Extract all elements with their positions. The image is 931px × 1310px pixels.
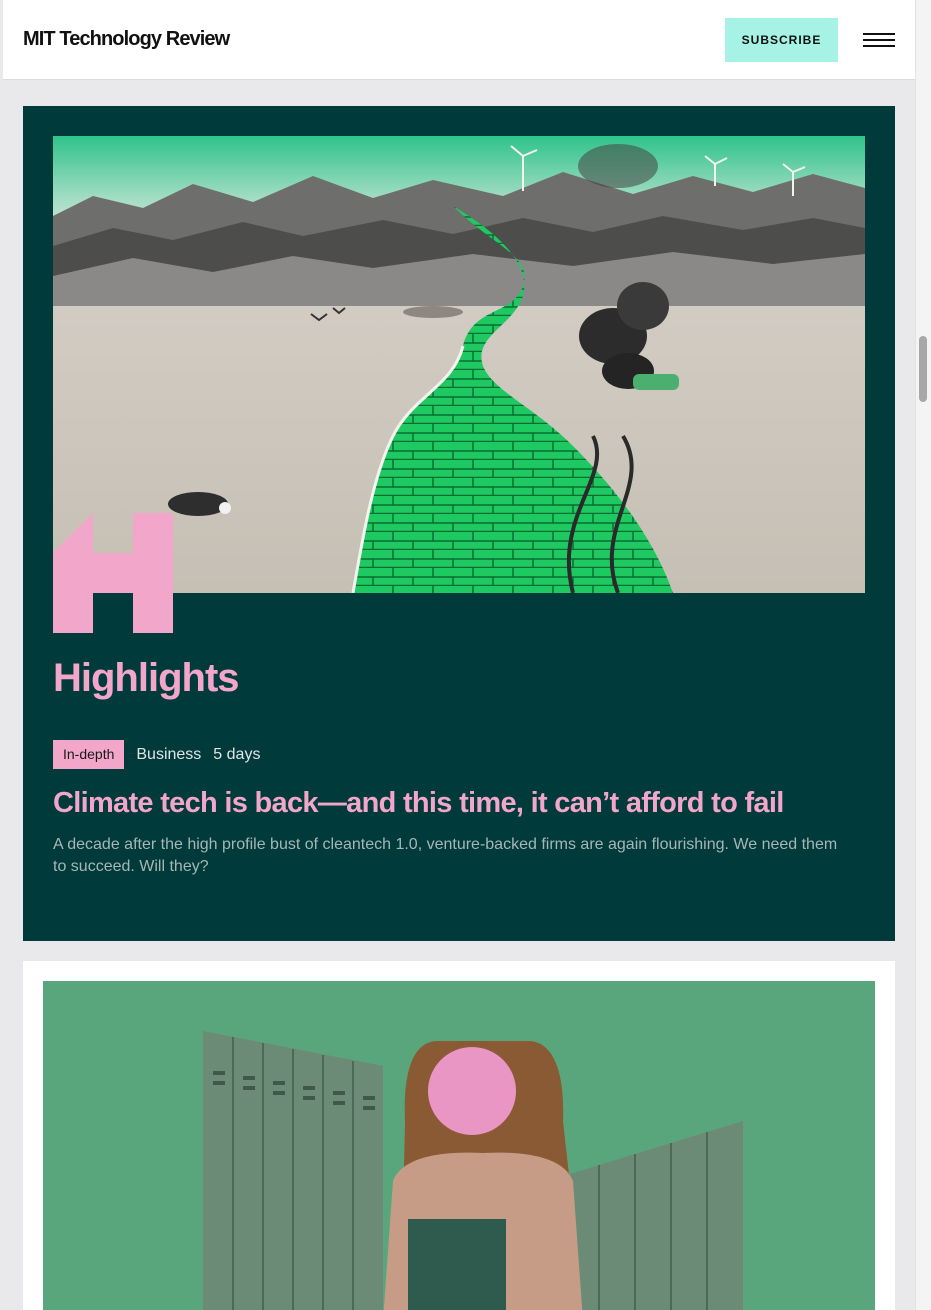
subscribe-button[interactable]: SUBSCRIBE (725, 18, 838, 62)
article-card (23, 961, 895, 1310)
site-logo[interactable]: MIT Technology Review (23, 24, 230, 54)
article-tag[interactable]: In-depth (53, 740, 125, 769)
highlights-h-logo-icon (53, 513, 173, 633)
scrollbar-thumb[interactable] (919, 336, 927, 402)
article-title-link[interactable]: Climate tech is back—and this time, it c… (53, 783, 863, 823)
page: MIT Technology Review SUBSCRIBE Highligh… (0, 0, 931, 1310)
section-title: Highlights (53, 656, 240, 700)
scrollbar[interactable] (915, 0, 931, 1310)
site-header: MIT Technology Review SUBSCRIBE (3, 0, 915, 80)
hero-image[interactable] (53, 136, 865, 593)
article-image[interactable] (43, 981, 875, 1310)
article-dek: A decade after the high profile bust of … (53, 836, 838, 875)
highlights-card: Highlights In-depth Business 5 days Clim… (23, 106, 895, 941)
article-timestamp: 5 days (213, 745, 261, 763)
hamburger-menu-icon[interactable] (861, 30, 897, 50)
article-category[interactable]: Business (136, 746, 201, 764)
article-meta: In-depth Business 5 days (53, 740, 260, 769)
